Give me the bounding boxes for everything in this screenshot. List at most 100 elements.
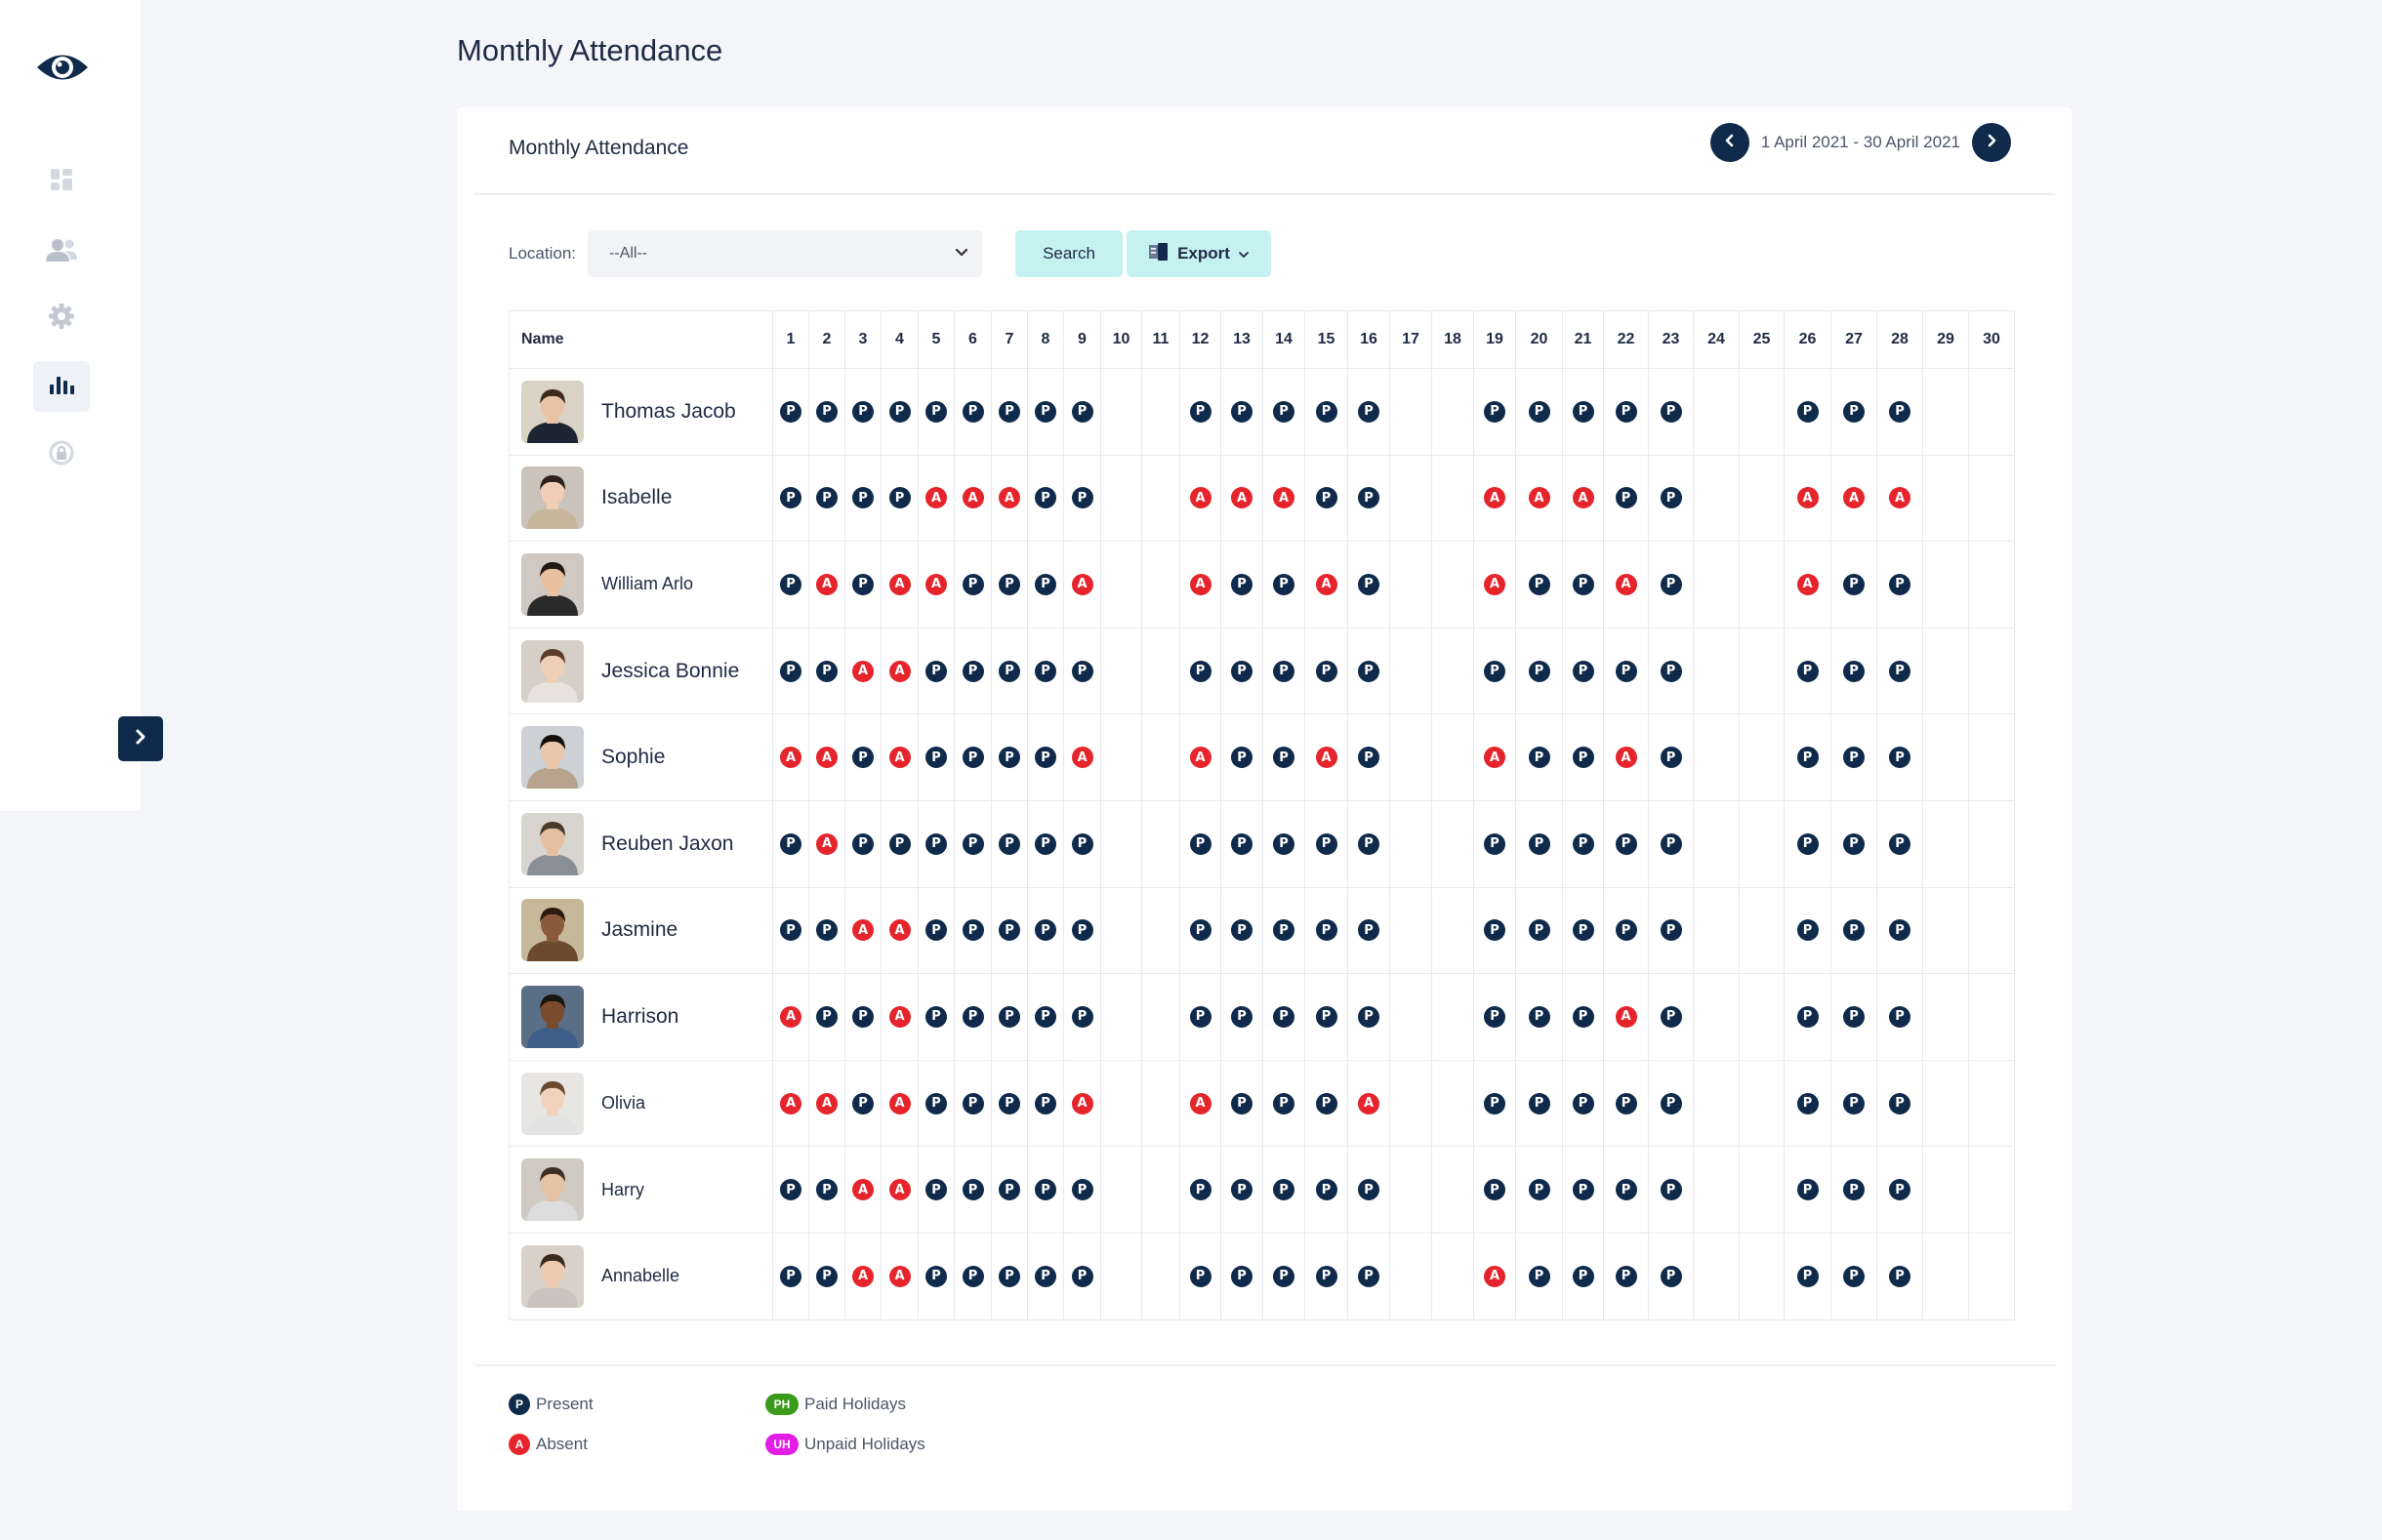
present-badge[interactable]: P — [1035, 832, 1056, 855]
absent-badge[interactable]: A — [1796, 573, 1819, 595]
present-badge[interactable]: P — [780, 1265, 801, 1287]
absent-badge[interactable]: A — [852, 660, 874, 682]
absent-badge[interactable]: A — [1484, 487, 1505, 509]
absent-badge[interactable]: A — [888, 919, 911, 942]
present-badge[interactable]: P — [1572, 1265, 1594, 1287]
employee-name[interactable]: Jessica Bonnie — [601, 660, 739, 683]
present-badge[interactable]: P — [1889, 747, 1910, 769]
present-badge[interactable]: P — [1035, 919, 1056, 942]
present-badge[interactable]: P — [1889, 919, 1910, 942]
present-badge[interactable]: P — [1889, 1179, 1910, 1201]
present-badge[interactable]: P — [1528, 573, 1550, 595]
present-badge[interactable]: P — [1315, 919, 1337, 942]
absent-badge[interactable]: A — [780, 1092, 801, 1114]
absent-badge[interactable]: A — [816, 1092, 838, 1114]
present-badge[interactable]: P — [1572, 1179, 1594, 1201]
present-badge[interactable]: P — [999, 400, 1020, 423]
present-badge[interactable]: P — [1572, 1005, 1594, 1028]
present-badge[interactable]: P — [1035, 1179, 1056, 1201]
present-badge[interactable]: P — [1273, 1179, 1294, 1201]
present-badge[interactable]: P — [1035, 573, 1056, 595]
present-badge[interactable]: P — [1358, 919, 1379, 942]
employee-name[interactable]: Olivia — [601, 1093, 645, 1114]
present-badge[interactable]: P — [1273, 1265, 1294, 1287]
present-badge[interactable]: P — [1660, 1179, 1682, 1201]
export-button[interactable]: Export — [1127, 230, 1271, 277]
absent-badge[interactable]: A — [1315, 747, 1337, 769]
present-badge[interactable]: P — [999, 1179, 1020, 1201]
present-badge[interactable]: P — [1572, 1092, 1594, 1114]
present-badge[interactable]: P — [1843, 660, 1865, 682]
present-badge[interactable]: P — [1189, 832, 1212, 855]
present-badge[interactable]: P — [888, 400, 911, 423]
absent-badge[interactable]: A — [1484, 747, 1505, 769]
present-badge[interactable]: P — [1035, 400, 1056, 423]
present-badge[interactable]: P — [1572, 400, 1594, 423]
present-badge[interactable]: P — [1660, 1265, 1682, 1287]
absent-badge[interactable]: A — [999, 487, 1020, 509]
present-badge[interactable]: P — [962, 1005, 984, 1028]
present-badge[interactable]: P — [780, 573, 801, 595]
absent-badge[interactable]: A — [1273, 487, 1294, 509]
present-badge[interactable]: P — [1484, 660, 1505, 682]
present-badge[interactable]: P — [1071, 832, 1093, 855]
present-badge[interactable]: P — [816, 1005, 838, 1028]
employee-name[interactable]: Harrison — [601, 1005, 678, 1029]
present-badge[interactable]: P — [1315, 832, 1337, 855]
present-badge[interactable]: P — [1484, 832, 1505, 855]
present-badge[interactable]: P — [999, 919, 1020, 942]
absent-badge[interactable]: A — [852, 919, 874, 942]
present-badge[interactable]: P — [852, 1005, 874, 1028]
present-badge[interactable]: P — [962, 400, 984, 423]
present-badge[interactable]: P — [1572, 660, 1594, 682]
present-badge[interactable]: P — [1273, 747, 1294, 769]
present-badge[interactable]: P — [999, 660, 1020, 682]
next-month-button[interactable] — [1972, 123, 2011, 162]
present-badge[interactable]: P — [1189, 1005, 1212, 1028]
present-badge[interactable]: P — [1572, 919, 1594, 942]
present-badge[interactable]: P — [1528, 1179, 1550, 1201]
present-badge[interactable]: P — [1071, 487, 1093, 509]
present-badge[interactable]: P — [1484, 1179, 1505, 1201]
location-select[interactable]: --All-- — [588, 230, 982, 277]
present-badge[interactable]: P — [1796, 1265, 1819, 1287]
present-badge[interactable]: P — [1528, 1265, 1550, 1287]
present-badge[interactable]: P — [1035, 660, 1056, 682]
present-badge[interactable]: P — [1843, 1092, 1865, 1114]
absent-badge[interactable]: A — [962, 487, 984, 509]
absent-badge[interactable]: A — [888, 1265, 911, 1287]
present-badge[interactable]: P — [1889, 1092, 1910, 1114]
present-badge[interactable]: P — [1843, 832, 1865, 855]
present-badge[interactable]: P — [1231, 919, 1253, 942]
present-badge[interactable]: P — [962, 573, 984, 595]
present-badge[interactable]: P — [1843, 1179, 1865, 1201]
present-badge[interactable]: P — [1035, 1265, 1056, 1287]
present-badge[interactable]: P — [1071, 660, 1093, 682]
present-badge[interactable]: P — [1189, 660, 1212, 682]
present-badge[interactable]: P — [852, 573, 874, 595]
absent-badge[interactable]: A — [1889, 487, 1910, 509]
present-badge[interactable]: P — [816, 1265, 838, 1287]
absent-badge[interactable]: A — [816, 573, 838, 595]
present-badge[interactable]: P — [925, 832, 947, 855]
present-badge[interactable]: P — [962, 1265, 984, 1287]
present-badge[interactable]: P — [925, 747, 947, 769]
present-badge[interactable]: P — [1035, 1005, 1056, 1028]
present-badge[interactable]: P — [1889, 832, 1910, 855]
employee-name[interactable]: Sophie — [601, 746, 665, 769]
present-badge[interactable]: P — [1231, 747, 1253, 769]
present-badge[interactable]: P — [1358, 487, 1379, 509]
present-badge[interactable]: P — [1273, 1092, 1294, 1114]
absent-badge[interactable]: A — [1484, 1265, 1505, 1287]
present-badge[interactable]: P — [1273, 919, 1294, 942]
present-badge[interactable]: P — [1358, 573, 1379, 595]
present-badge[interactable]: P — [1231, 573, 1253, 595]
present-badge[interactable]: P — [1071, 1265, 1093, 1287]
present-badge[interactable]: P — [780, 660, 801, 682]
present-badge[interactable]: P — [1315, 400, 1337, 423]
present-badge[interactable]: P — [816, 487, 838, 509]
present-badge[interactable]: P — [1796, 747, 1819, 769]
present-badge[interactable]: P — [780, 832, 801, 855]
present-badge[interactable]: P — [1528, 660, 1550, 682]
present-badge[interactable]: P — [1796, 1005, 1819, 1028]
